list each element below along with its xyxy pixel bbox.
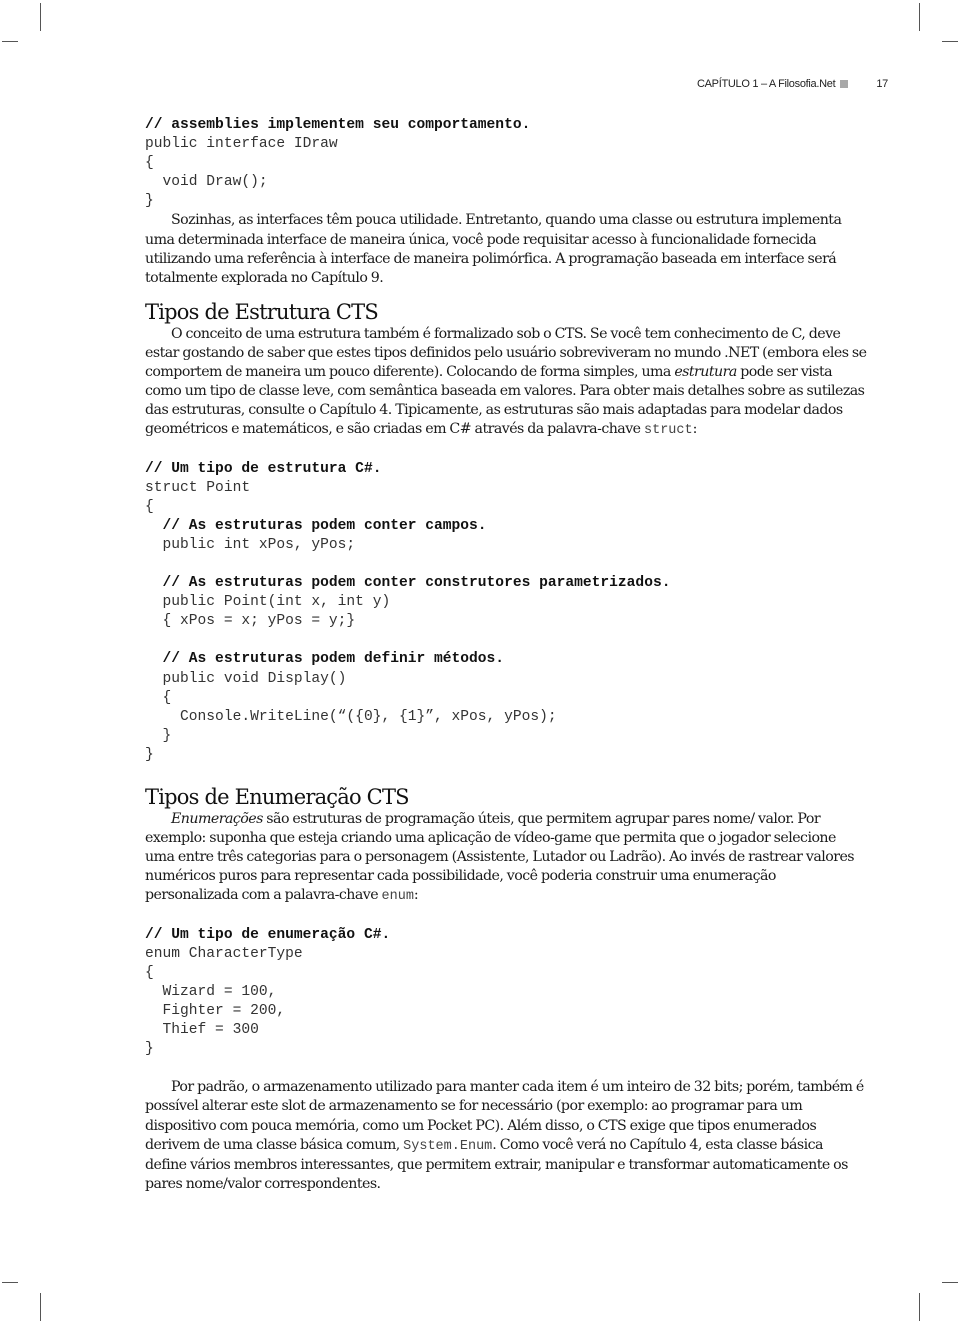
- code-block-enum: // Um tipo de enumeração C#. enum Charac…: [145, 926, 867, 1060]
- code-line: {: [145, 964, 154, 981]
- code-line: public interface IDraw: [145, 136, 338, 153]
- crop-mark: [40, 1293, 41, 1321]
- code-line: Thief = 300: [145, 1022, 259, 1039]
- code-comment-line: // Um tipo de estrutura C#.: [145, 460, 382, 477]
- crop-mark: [942, 1282, 958, 1283]
- code-line: {: [145, 155, 154, 172]
- paragraph-enum-storage: Por padrão, o armazenamento utilizado pa…: [145, 1078, 867, 1194]
- paragraph-interfaces: Sozinhas, as interfaces têm pouca utilid…: [145, 211, 867, 287]
- page-number: 17: [876, 78, 888, 90]
- code-line: {: [145, 498, 154, 515]
- code-line: Fighter = 200,: [145, 1002, 286, 1019]
- paragraph-struct: O conceito de uma estrutura também é for…: [145, 325, 867, 441]
- inline-code: System.Enum: [403, 1138, 493, 1154]
- code-line: public Point(int x, int y): [145, 594, 391, 611]
- section-heading-struct: Tipos de Estrutura CTS: [145, 299, 379, 324]
- code-line: Console.WriteLine(“({0}, {1}”, xPos, yPo…: [145, 708, 557, 725]
- code-block-struct: // Um tipo de estrutura C#. struct Point…: [145, 460, 867, 766]
- inline-code: enum: [381, 889, 414, 905]
- paragraph-text: Sozinhas, as interfaces têm pouca utilid…: [145, 212, 842, 286]
- crop-mark: [919, 3, 920, 31]
- code-line: }: [145, 1041, 154, 1058]
- crop-mark: [919, 1293, 920, 1321]
- code-line: void Draw();: [145, 174, 268, 191]
- code-comment-line: // Um tipo de enumeração C#.: [145, 926, 391, 943]
- paragraph-text: :: [692, 421, 698, 438]
- paragraph-text: :: [413, 887, 419, 904]
- crop-mark: [942, 41, 958, 42]
- italic-term: estrutura: [674, 364, 737, 381]
- page-content: // assemblies implementem seu comportame…: [145, 116, 867, 1194]
- italic-term: Enumerações: [171, 811, 263, 827]
- inline-code: struct: [644, 423, 693, 439]
- code-comment-line: // As estruturas podem conter construtor…: [145, 575, 671, 592]
- code-line: public void Display(): [145, 670, 347, 687]
- chapter-title: CAPÍTULO 1 – A Filosofia.Net: [697, 78, 836, 90]
- code-comment-line: // assemblies implementem seu comportame…: [145, 117, 531, 133]
- running-header: CAPÍTULO 1 – A Filosofia.Net 17: [697, 78, 888, 90]
- paragraph-enum: Enumerações são estruturas de programaçã…: [145, 810, 867, 906]
- code-comment-line: // As estruturas podem conter campos.: [145, 517, 487, 534]
- crop-mark: [2, 1282, 18, 1283]
- code-line: struct Point: [145, 479, 251, 496]
- code-line: }: [145, 727, 172, 744]
- code-comment-line: // As estruturas podem definir métodos.: [145, 651, 505, 668]
- code-line: public int xPos, yPos;: [145, 536, 356, 553]
- header-square-icon: [840, 80, 849, 88]
- code-line: Wizard = 100,: [145, 983, 277, 1000]
- crop-mark: [2, 41, 18, 42]
- code-block-interface: // assemblies implementem seu comportame…: [145, 116, 867, 211]
- code-line: enum CharacterType: [145, 945, 303, 962]
- code-line: { xPos = x; yPos = y;}: [145, 613, 356, 630]
- code-line: }: [145, 193, 154, 210]
- code-line: {: [145, 689, 172, 706]
- crop-mark: [40, 3, 41, 31]
- section-heading-enum: Tipos de Enumeração CTS: [145, 785, 410, 809]
- code-line: }: [145, 746, 154, 763]
